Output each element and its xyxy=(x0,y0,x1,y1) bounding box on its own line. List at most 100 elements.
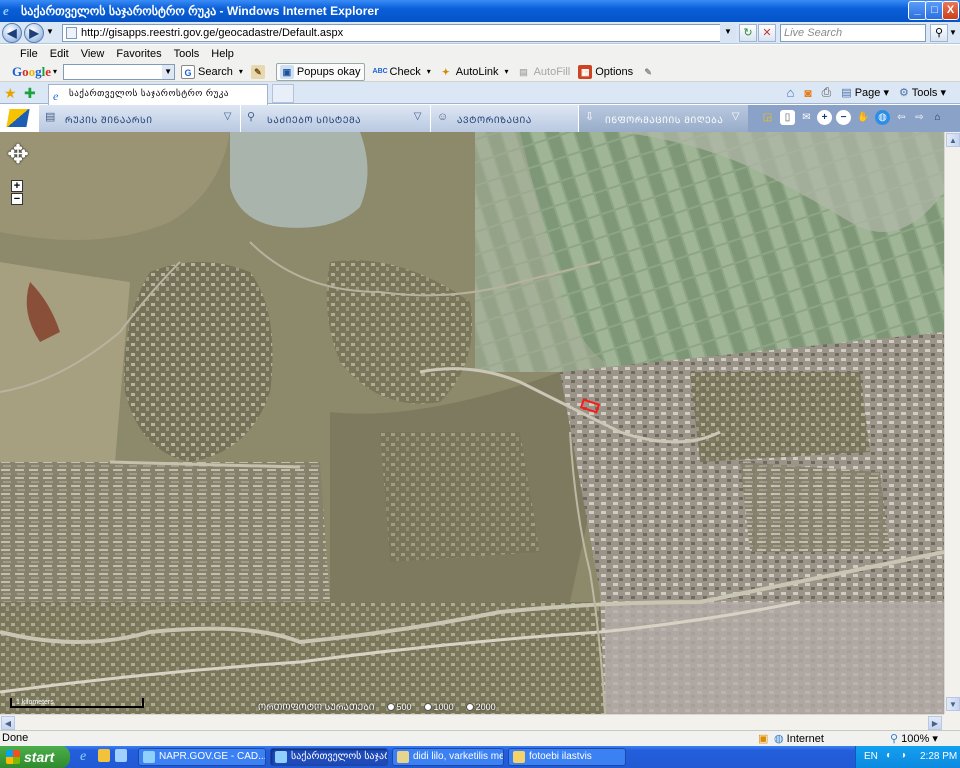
page-icon[interactable]: ▯ xyxy=(780,110,795,125)
page-menu[interactable]: ▤ Page ▾ xyxy=(841,86,889,99)
menu-edit[interactable]: Edit xyxy=(44,48,75,60)
live-search-input[interactable]: Live Search xyxy=(780,24,926,42)
building-icon[interactable]: ⌂ xyxy=(930,110,945,125)
refresh-button[interactable]: ↻ xyxy=(739,24,757,42)
forward-button[interactable]: ▶ xyxy=(24,23,44,43)
folder-icon xyxy=(513,751,525,763)
quicklaunch-ie-icon[interactable]: e xyxy=(80,749,86,765)
address-bar-row: ◀ ▶ ▼ http://gisapps.reestri.gov.ge/geoc… xyxy=(0,22,960,44)
dropdown-map-contents[interactable]: ▤ ᲠᲣᲙᲘᲡ ᲨᲘᲜᲐᲐᲠᲡᲘ ▽ xyxy=(38,105,240,132)
zoom-icon: ⚲ xyxy=(890,733,899,745)
zoom-out-icon[interactable]: − xyxy=(836,110,851,125)
envelope-icon[interactable]: ✉ xyxy=(799,110,814,125)
pan-control[interactable]: ✥ xyxy=(4,140,32,168)
zoom-in-icon[interactable]: + xyxy=(817,110,832,125)
favorites-star-icon[interactable]: ★ xyxy=(4,85,17,102)
options-icon: ▦ xyxy=(578,64,593,79)
menu-help[interactable]: Help xyxy=(205,48,240,60)
vertical-scrollbar[interactable]: ▲ ▼ xyxy=(944,132,960,714)
system-tray: EN ◐ ◑ 2:28 PM xyxy=(855,746,960,768)
menu-favorites[interactable]: Favorites xyxy=(110,48,167,60)
google-settings-button[interactable]: ✎ xyxy=(641,65,658,79)
popups-button[interactable]: ▣ Popups okay xyxy=(275,62,365,81)
map-canvas[interactable]: ✥ + − 1 kilometers ᲝᲠᲗᲝᲤᲝᲢᲝ ᲡᲣᲠᲐᲗᲔᲑᲘ 500… xyxy=(0,132,944,714)
google-logo[interactable]: Google xyxy=(12,64,51,80)
zone-indicator[interactable]: ◍ Internet xyxy=(774,732,824,745)
scroll-right-icon[interactable]: ▶ xyxy=(928,716,942,730)
new-tab-button[interactable] xyxy=(272,84,294,103)
registry-logo xyxy=(0,105,38,132)
scroll-up-icon[interactable]: ▲ xyxy=(946,133,960,147)
scale-option-1000[interactable]: 1000 xyxy=(423,702,454,712)
identify-icon[interactable]: ◲ xyxy=(760,110,775,125)
autolink-button[interactable]: ✦ AutoLink ▾ xyxy=(439,65,509,79)
scroll-left-icon[interactable]: ◀ xyxy=(1,716,15,730)
arrow-right-icon[interactable]: ⇨ xyxy=(912,110,927,125)
home-icon[interactable]: ⌂ xyxy=(787,85,795,100)
zoom-level[interactable]: ⚲ 100% ▾ xyxy=(890,732,938,745)
menu-view[interactable]: View xyxy=(75,48,111,60)
task-folder[interactable]: fotoebi ilastvis xyxy=(508,748,626,766)
search-go-button[interactable]: ⚲ xyxy=(930,24,948,42)
spell-check-button[interactable]: ABC Check ▾ xyxy=(373,65,431,79)
zoom-in-control[interactable]: + xyxy=(11,180,23,192)
satellite-imagery xyxy=(0,132,944,714)
google-search-input[interactable]: ▼ xyxy=(63,63,176,80)
clock[interactable]: 2:28 PM xyxy=(920,751,957,762)
history-dropdown-icon[interactable]: ▼ xyxy=(46,27,54,36)
bookmark-icon: ✎ xyxy=(250,64,265,79)
bookmark-button[interactable]: ✎ xyxy=(250,64,268,79)
pan-hand-icon[interactable]: ✋ xyxy=(856,110,871,125)
dropdown-authorization[interactable]: ☺ ᲐᲕᲢᲝᲠᲘᲖᲐᲪᲘᲐ xyxy=(430,105,578,132)
ie-logo-icon: e xyxy=(3,3,9,18)
quicklaunch-desktop-icon[interactable] xyxy=(115,749,127,762)
start-button[interactable]: start xyxy=(0,746,70,768)
task-document[interactable]: didi lilo, varketilis meu... xyxy=(392,748,504,766)
language-indicator[interactable]: EN xyxy=(864,751,878,762)
add-favorites-icon[interactable]: ✚ xyxy=(24,85,36,102)
globe-icon: ◍ xyxy=(774,733,784,745)
feeds-icon[interactable]: ◙ xyxy=(804,86,811,100)
status-bar: Done ▣ ◍ Internet ⚲ 100% ▾ xyxy=(0,730,960,746)
scroll-down-icon[interactable]: ▼ xyxy=(946,697,960,711)
address-url: http://gisapps.reestri.gov.ge/geocadastr… xyxy=(81,27,344,39)
horizontal-scrollbar[interactable]: ◀ ▶ xyxy=(0,714,944,730)
search-options-icon[interactable]: ▼ xyxy=(949,28,957,37)
tray-volume-icon[interactable]: ◑ xyxy=(900,750,906,761)
scroll-corner xyxy=(944,714,960,730)
back-button[interactable]: ◀ xyxy=(2,23,22,43)
tray-network-icon[interactable]: ◐ xyxy=(886,750,892,761)
scale-option-500[interactable]: 500 xyxy=(386,702,412,712)
autolink-icon: ✦ xyxy=(441,66,450,77)
ie-page-icon: e xyxy=(53,89,59,103)
stop-button[interactable]: ✕ xyxy=(758,24,776,42)
tools-menu[interactable]: ⚙ Tools ▾ xyxy=(899,86,946,99)
arrow-left-icon[interactable]: ⇦ xyxy=(894,110,909,125)
google-search-dropdown-icon[interactable]: ▼ xyxy=(162,64,175,79)
scale-option-2000[interactable]: 2000 xyxy=(465,702,496,712)
close-button[interactable]: X xyxy=(942,1,959,20)
options-button[interactable]: ▦ Options xyxy=(578,64,633,79)
print-icon[interactable]: ⎙ xyxy=(822,85,832,100)
address-dropdown-icon[interactable]: ▼ xyxy=(720,24,736,42)
popup-blocker-icon: ▣ xyxy=(279,64,294,79)
window-title: საქართველოს საჯაროსტრო რუკა - Windows In… xyxy=(21,4,379,18)
menu-tools[interactable]: Tools xyxy=(168,48,206,60)
tab-active[interactable]: e საქართველოს საჯაროსტრო რუკა xyxy=(48,84,268,105)
security-icon[interactable]: ▣ xyxy=(758,732,768,745)
globe-icon[interactable]: ◍ xyxy=(875,110,890,125)
address-input[interactable]: http://gisapps.reestri.gov.ge/geocadastr… xyxy=(62,24,736,42)
task-napr[interactable]: NAPR.GOV.GE - CAD... xyxy=(138,748,266,766)
zoom-out-control[interactable]: − xyxy=(11,193,23,205)
radio-icon xyxy=(423,702,432,711)
dropdown-search-system[interactable]: ⚲ ᲡᲐᲫᲘᲔᲑᲝ ᲡᲘᲡᲢᲔᲛᲐ ▽ xyxy=(240,105,430,132)
search-icon: ⚲ xyxy=(247,111,256,123)
google-menu-icon[interactable]: ▾ xyxy=(53,67,57,76)
menu-file[interactable]: File xyxy=(14,48,44,60)
dropdown-get-information[interactable]: ⇩ ᲘᲜᲤᲝᲠᲛᲐᲪᲘᲘᲡ ᲛᲘᲦᲔᲑᲐ ▽ xyxy=(578,105,748,132)
autofill-button[interactable]: ▤ AutoFill xyxy=(517,65,570,79)
chevron-down-icon: ▽ xyxy=(413,111,422,122)
quicklaunch-mail-icon[interactable] xyxy=(98,749,110,762)
task-geocadastre[interactable]: საქართველოს საჯაროს... xyxy=(270,748,388,766)
google-search-button[interactable]: G Search ▾ xyxy=(181,64,243,79)
